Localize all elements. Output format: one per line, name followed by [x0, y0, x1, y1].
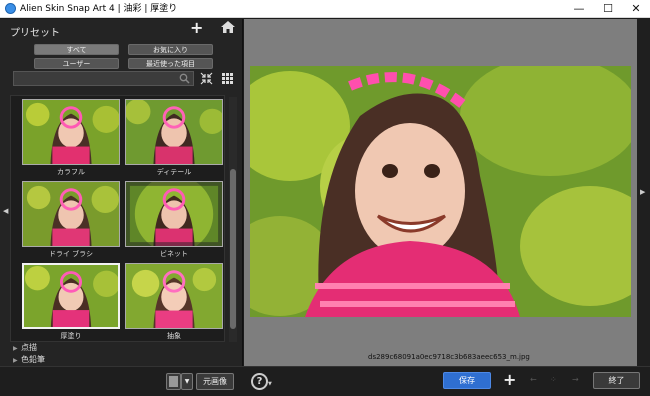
redo-icon[interactable]: → — [572, 375, 579, 384]
maximize-button[interactable]: ☐ — [594, 0, 622, 18]
preset-thumbnail[interactable]: ビネット — [125, 181, 223, 263]
preset-label: ディテール — [156, 168, 192, 176]
preset-thumbnail-selected[interactable]: 厚塗り — [22, 263, 120, 345]
category-item[interactable]: ▶ 点描 — [13, 342, 37, 353]
category-label: 色鉛筆 — [21, 355, 45, 364]
preset-preview-image — [125, 263, 223, 329]
filter-all-button[interactable]: すべて — [34, 44, 119, 55]
close-button[interactable]: ✕ — [622, 0, 650, 18]
preset-preview-image — [22, 99, 120, 165]
help-icon[interactable]: ? — [251, 373, 268, 390]
filter-user-button[interactable]: ユーザー — [34, 58, 119, 69]
presets-panel: プリセット + すべて お気に入り ユーザー 最近使った項目 カラフル ディテー… — [0, 19, 243, 366]
minimize-button[interactable]: — — [565, 0, 593, 18]
image-filename: ds289c68091a0ec9718c3b683aeec653_m.jpg — [368, 353, 530, 361]
preset-preview-image — [22, 181, 120, 247]
preset-scrollbar[interactable] — [229, 97, 237, 342]
preset-preview-image — [22, 263, 120, 329]
preset-label: 抽象 — [167, 332, 181, 340]
expand-arrow-icon: ▶ — [13, 357, 18, 364]
collapse-left-panel-icon[interactable]: ◀ — [3, 207, 8, 215]
preset-label: 厚塗り — [60, 332, 82, 340]
window-title: Alien Skin Snap Art 4 | 油彩 | 厚塗り — [20, 4, 178, 14]
preset-label: ドライ ブラシ — [48, 250, 94, 258]
presets-header: プリセット — [10, 28, 60, 39]
preset-thumbnail[interactable]: カラフル — [22, 99, 120, 181]
preview-image[interactable] — [250, 66, 631, 317]
preset-preview-image — [125, 99, 223, 165]
category-label: 点描 — [21, 343, 37, 352]
preset-label: カラフル — [57, 168, 85, 176]
background-color-swatch[interactable] — [166, 373, 181, 390]
home-icon[interactable] — [221, 21, 235, 33]
help-dropdown-icon[interactable]: ▼ — [268, 381, 272, 387]
filter-favorites-button[interactable]: お気に入り — [128, 44, 213, 55]
original-image-button[interactable]: 元画像 — [196, 373, 234, 390]
undo-icon[interactable]: ← — [530, 375, 537, 384]
collapse-icon[interactable] — [200, 72, 213, 85]
preset-search-input[interactable] — [13, 71, 194, 86]
preset-grid: カラフル ディテール ドライ ブラシ ビネット 厚塗り 抽象 — [10, 95, 225, 342]
expand-right-panel-icon[interactable]: ▶ — [640, 188, 645, 196]
history-icon[interactable]: ⁘ — [550, 375, 557, 384]
app-icon — [5, 3, 16, 14]
title-bar: Alien Skin Snap Art 4 | 油彩 | 厚塗り — ☐ ✕ — [0, 0, 650, 18]
chevron-down-icon[interactable]: ▼ — [181, 373, 193, 390]
filter-recent-button[interactable]: 最近使った項目 — [128, 58, 213, 69]
add-preset-button[interactable]: + — [190, 20, 203, 36]
category-item[interactable]: ▶ 色鉛筆 — [13, 354, 45, 365]
expand-arrow-icon: ▶ — [13, 345, 18, 352]
finish-button[interactable]: 終了 — [593, 372, 640, 389]
preset-label: ビネット — [160, 250, 188, 258]
preset-preview-image — [125, 181, 223, 247]
scrollbar-thumb[interactable] — [230, 169, 236, 329]
add-layer-button[interactable]: + — [503, 370, 516, 389]
preset-thumbnail[interactable]: 抽象 — [125, 263, 223, 345]
search-icon — [179, 73, 190, 84]
grid-view-icon[interactable] — [221, 72, 234, 85]
preset-thumbnail[interactable]: ディテール — [125, 99, 223, 181]
bottom-toolbar: ▼ 元画像 ? ▼ 保存 + ← ⁘ → 終了 — [0, 366, 650, 396]
preset-thumbnail[interactable]: ドライ ブラシ — [22, 181, 120, 263]
save-button[interactable]: 保存 — [443, 372, 491, 389]
